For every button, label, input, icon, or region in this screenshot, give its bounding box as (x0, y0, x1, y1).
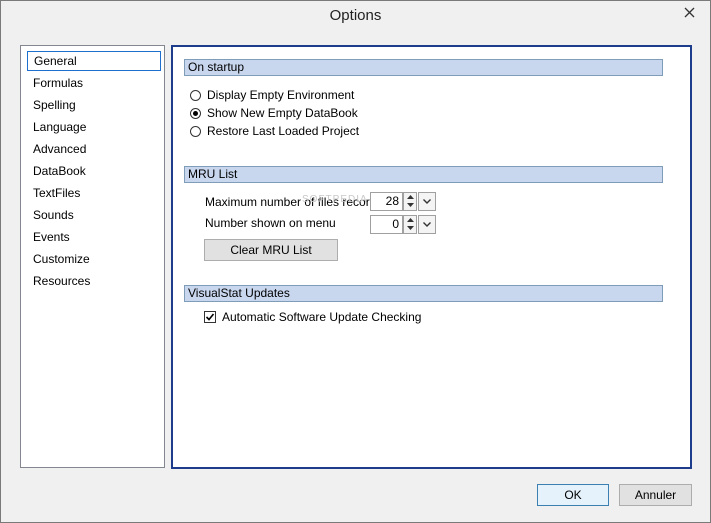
spin-up-icon[interactable] (404, 193, 416, 201)
auto-update-label: Automatic Software Update Checking (222, 310, 422, 324)
spin-down-icon[interactable] (404, 224, 416, 232)
dropdown-button[interactable] (418, 192, 436, 211)
nav-item-advanced[interactable]: Advanced (27, 139, 161, 159)
close-button[interactable] (673, 2, 706, 23)
radio-restore-last-loaded-project[interactable]: Restore Last Loaded Project (190, 124, 359, 138)
spin-arrows[interactable] (403, 215, 417, 234)
nav-item-formulas[interactable]: Formulas (27, 73, 161, 93)
radio-label: Restore Last Loaded Project (207, 124, 360, 138)
nav-item-events[interactable]: Events (27, 227, 161, 247)
radio-button[interactable] (190, 107, 201, 119)
clear-mru-list-button[interactable]: Clear MRU List (204, 239, 338, 261)
close-icon (684, 7, 695, 18)
max-files-spinner[interactable]: 28 (370, 192, 437, 211)
max-files-value[interactable]: 28 (370, 192, 403, 211)
radio-show-new-empty-databook[interactable]: Show New Empty DataBook (190, 106, 358, 120)
radio-label: Show New Empty DataBook (207, 106, 358, 120)
spin-arrows[interactable] (403, 192, 417, 211)
spin-down-icon[interactable] (404, 201, 416, 209)
ok-button[interactable]: OK (537, 484, 609, 506)
category-list[interactable]: General Formulas Spelling Language Advan… (20, 45, 165, 468)
section-header-mru: MRU List (184, 166, 663, 183)
nav-item-spelling[interactable]: Spelling (27, 95, 161, 115)
window-title: Options (329, 7, 382, 24)
chevron-down-icon (423, 199, 431, 204)
cancel-button[interactable]: Annuler (619, 484, 692, 506)
dropdown-button[interactable] (418, 215, 436, 234)
radio-button[interactable] (190, 125, 201, 137)
radio-selected-dot (193, 110, 198, 116)
shown-on-menu-spinner[interactable]: 0 (370, 215, 437, 234)
shown-on-menu-value[interactable]: 0 (370, 215, 403, 234)
section-header-startup: On startup (184, 59, 663, 76)
radio-display-empty-environment[interactable]: Display Empty Environment (190, 88, 354, 102)
spin-up-icon[interactable] (404, 216, 416, 224)
nav-item-resources[interactable]: Resources (27, 271, 161, 291)
nav-item-sounds[interactable]: Sounds (27, 205, 161, 225)
options-dialog: Options General Formulas Spelling Langua… (0, 0, 711, 523)
shown-on-menu-label: Number shown on menu (205, 216, 336, 230)
checkmark-icon (205, 313, 215, 321)
title-bar[interactable]: Options (1, 1, 710, 32)
radio-button[interactable] (190, 89, 201, 101)
nav-item-databook[interactable]: DataBook (27, 161, 161, 181)
section-header-updates: VisualStat Updates (184, 285, 663, 302)
auto-update-check-row[interactable]: Automatic Software Update Checking (204, 310, 421, 324)
chevron-down-icon (423, 222, 431, 227)
settings-panel: On startup Display Empty Environment Sho… (171, 45, 692, 469)
radio-label: Display Empty Environment (207, 88, 355, 102)
nav-item-customize[interactable]: Customize (27, 249, 161, 269)
nav-item-general[interactable]: General (27, 51, 161, 71)
auto-update-checkbox[interactable] (204, 311, 216, 323)
watermark: SOFTPEDIA (302, 194, 368, 205)
nav-item-language[interactable]: Language (27, 117, 161, 137)
nav-item-textfiles[interactable]: TextFiles (27, 183, 161, 203)
